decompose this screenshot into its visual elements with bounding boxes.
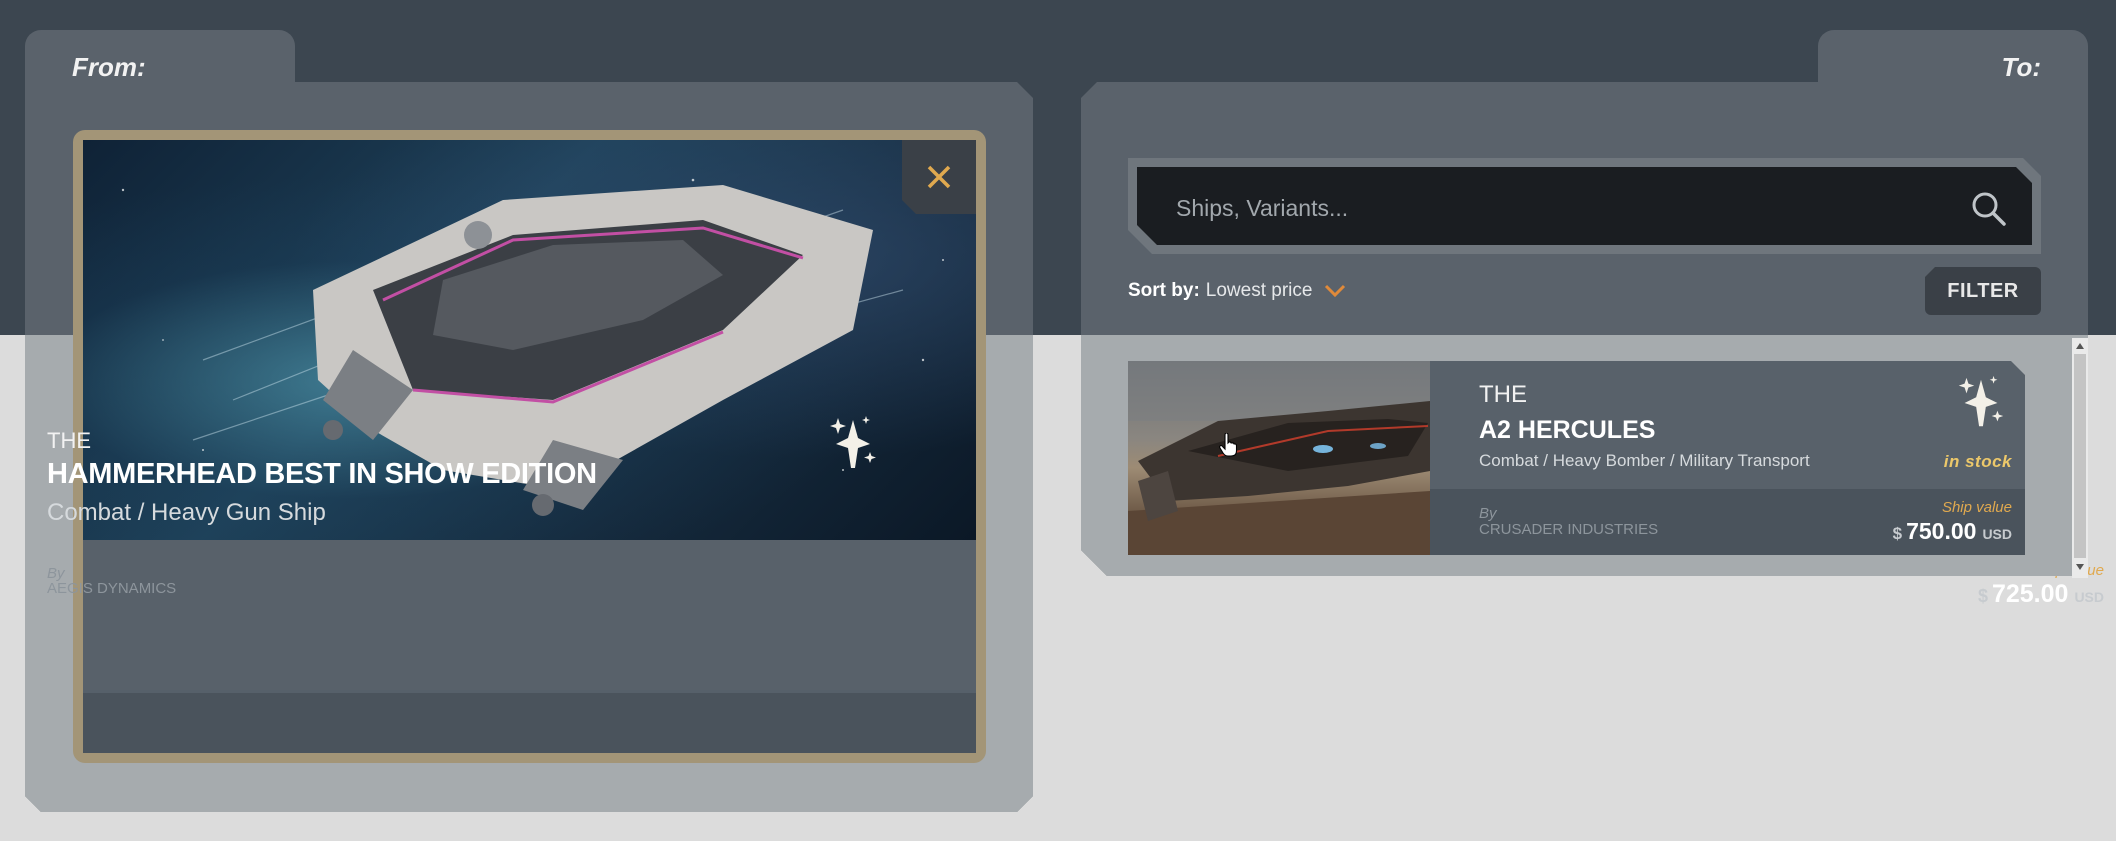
caret-up-icon	[2076, 343, 2084, 349]
currency-code: USD	[1982, 526, 2012, 542]
chevron-down-icon	[1325, 284, 1346, 298]
scrollbar-thumb[interactable]	[2074, 354, 2086, 558]
scroll-down-button[interactable]	[2074, 562, 2086, 572]
ship-badge-icon	[830, 416, 876, 468]
price-amount: 725.00	[1991, 580, 2069, 608]
sort-dropdown[interactable]: Sort by: Lowest price	[1128, 280, 1346, 302]
result-prefix: THE	[1479, 381, 1527, 408]
result-ship-image	[1128, 361, 1430, 555]
filter-button[interactable]: FILTER	[1925, 267, 2041, 315]
scroll-up-button[interactable]	[2074, 341, 2086, 351]
by-label: By	[1479, 505, 1497, 522]
remove-ship-button[interactable]	[902, 140, 976, 214]
manufacturer: CRUSADER INDUSTRIES	[1479, 521, 1659, 538]
from-label: From:	[72, 52, 146, 82]
result-name: A2 HERCULES	[1479, 416, 1656, 444]
hand-cursor-icon	[1219, 433, 1237, 457]
price-amount: 750.00	[1906, 518, 1977, 544]
card-footer	[83, 693, 976, 753]
search-icon[interactable]	[1970, 190, 2008, 228]
ship-price: $ 725.00 USD	[1978, 580, 2104, 609]
search-input[interactable]	[1176, 190, 1936, 226]
sort-value: Lowest price	[1205, 280, 1313, 301]
sort-label: Sort by:	[1128, 280, 1200, 301]
card-body	[83, 540, 976, 690]
to-label: To:	[2001, 52, 2041, 82]
stock-status: in stock	[1943, 452, 2012, 471]
close-icon	[927, 165, 951, 189]
ship-role: Combat / Heavy Gun Ship	[47, 499, 326, 526]
manufacturer: AEGIS DYNAMICS	[47, 580, 177, 597]
ship-price: $ 750.00 USD	[1893, 518, 2012, 545]
currency-symbol: $	[1892, 524, 1903, 543]
ship-badge-icon	[1958, 375, 2004, 427]
ship-prefix: THE	[47, 428, 91, 453]
currency-symbol: $	[1977, 586, 1988, 606]
currency-code: USD	[2074, 589, 2104, 605]
ship-name: HAMMERHEAD BEST IN SHOW EDITION	[47, 458, 597, 490]
caret-down-icon	[2076, 564, 2084, 570]
result-role: Combat / Heavy Bomber / Military Transpo…	[1479, 451, 1810, 470]
ship-value-label: Ship value	[1941, 499, 2012, 516]
